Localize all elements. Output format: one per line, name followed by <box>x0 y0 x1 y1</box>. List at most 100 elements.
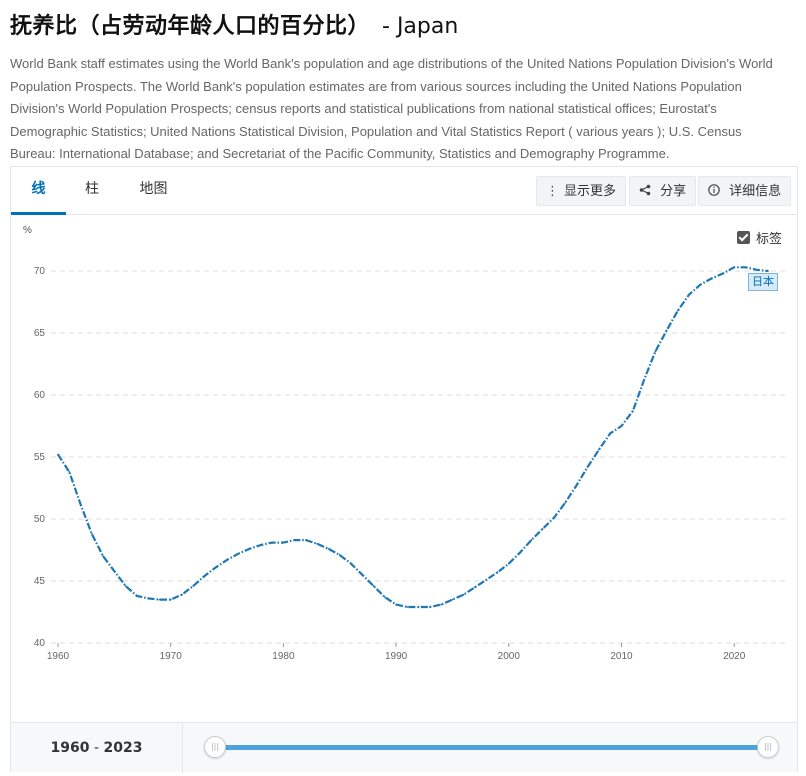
chart-panel: 线 柱 地图 ⋮ 显示更多 分享 详细信息 标签 % 40 45 50 55 6… <box>10 166 798 773</box>
data-point <box>158 598 161 601</box>
series-end-label: 日本 <box>748 273 778 291</box>
details-label: 详细信息 <box>729 184 782 199</box>
vertical-dots-icon: ⋮ <box>546 184 559 199</box>
data-point <box>586 466 589 468</box>
x-tick-label: 1980 <box>272 651 295 662</box>
data-point <box>113 570 116 572</box>
data-point <box>169 598 172 601</box>
data-point <box>350 562 352 565</box>
data-point <box>609 432 612 435</box>
y-axis-unit: % <box>23 225 32 236</box>
data-point <box>519 551 521 554</box>
data-point <box>68 470 71 473</box>
data-point <box>462 593 465 596</box>
y-tick-label: 55 <box>34 452 46 463</box>
data-point <box>282 541 285 544</box>
data-point <box>259 544 262 546</box>
tab-line[interactable]: 线 <box>11 167 66 215</box>
range-display: 1960 - 2023 <box>11 723 183 773</box>
y-tick-label: 45 <box>34 576 46 587</box>
data-point <box>372 585 375 587</box>
data-point <box>755 268 758 271</box>
range-end: 2023 <box>103 740 143 756</box>
x-tick-label: 2000 <box>498 651 521 662</box>
data-point <box>440 603 443 606</box>
data-point <box>271 541 274 544</box>
data-point <box>530 539 533 541</box>
data-point <box>429 606 431 608</box>
data-point <box>305 539 307 541</box>
data-point <box>57 453 59 456</box>
x-tick-label: 2010 <box>610 651 633 662</box>
data-point <box>248 547 251 550</box>
data-point <box>451 598 454 601</box>
data-point <box>338 554 341 556</box>
x-tick-label: 1960 <box>47 651 70 662</box>
data-point <box>722 272 724 275</box>
data-point <box>203 575 206 577</box>
show-more-button[interactable]: ⋮ 显示更多 <box>536 176 627 206</box>
data-point <box>485 578 488 581</box>
line-chart: % 40 45 50 55 60 65 70 1960 1970 1980 1990 2000 2010 2… <box>23 225 789 662</box>
data-point <box>541 528 544 530</box>
data-point <box>507 562 510 565</box>
data-point <box>474 586 476 589</box>
data-point <box>598 448 600 451</box>
range-separator: - <box>89 740 104 756</box>
tab-map[interactable]: 地图 <box>121 167 186 215</box>
data-point <box>665 329 668 332</box>
data-point <box>767 270 769 272</box>
data-point <box>710 277 713 280</box>
data-point <box>79 503 82 506</box>
data-point <box>406 606 409 608</box>
chart-type-tabs: 线 柱 地图 ⋮ 显示更多 分享 详细信息 <box>11 167 797 215</box>
data-point <box>676 309 679 312</box>
x-tick-label: 2020 <box>723 651 746 662</box>
data-point <box>147 597 150 600</box>
data-point <box>417 606 420 608</box>
share-label: 分享 <box>660 184 687 199</box>
indicator-title: 抚养比（占劳动年龄人口的百分比） <box>10 14 371 39</box>
share-button[interactable]: 分享 <box>629 176 697 206</box>
share-icon <box>639 184 655 199</box>
range-slider-track[interactable] <box>216 745 769 750</box>
range-end-handle[interactable]: ||| <box>757 736 779 758</box>
data-point <box>361 573 364 576</box>
y-tick-label: 70 <box>34 266 46 277</box>
data-point <box>496 571 499 574</box>
y-tick-label: 50 <box>34 514 46 525</box>
source-description: World Bank staff estimates using the Wor… <box>10 56 773 162</box>
data-point <box>102 555 104 558</box>
data-point <box>135 594 138 597</box>
data-point <box>214 566 217 569</box>
data-point <box>316 542 319 545</box>
data-point <box>552 516 555 519</box>
page-title: 抚养比（占劳动年龄人口的百分比） - Japan <box>10 8 458 40</box>
y-tick-label: 65 <box>34 328 46 339</box>
data-point <box>744 266 747 269</box>
data-point <box>226 559 228 561</box>
data-point <box>688 293 691 296</box>
data-point <box>192 585 195 587</box>
tab-bar[interactable]: 柱 <box>66 167 118 215</box>
x-tick-label: 1970 <box>160 651 183 662</box>
data-point <box>383 596 386 599</box>
country-name: - Japan <box>382 14 459 39</box>
data-point <box>90 532 93 535</box>
range-start: 1960 <box>50 740 90 756</box>
data-point <box>237 552 240 555</box>
data-point <box>124 585 127 587</box>
data-point <box>643 379 645 382</box>
range-start-handle[interactable]: ||| <box>204 736 226 758</box>
y-tick-label: 60 <box>34 390 46 401</box>
data-point <box>654 350 657 353</box>
data-point <box>699 283 702 286</box>
info-icon <box>708 184 724 199</box>
y-tick-label: 40 <box>34 638 46 649</box>
details-button[interactable]: 详细信息 <box>698 176 792 206</box>
data-point <box>620 425 623 427</box>
data-point <box>181 593 183 596</box>
x-tick-label: 1990 <box>385 651 408 662</box>
data-point <box>631 410 634 413</box>
data-point <box>564 501 567 504</box>
